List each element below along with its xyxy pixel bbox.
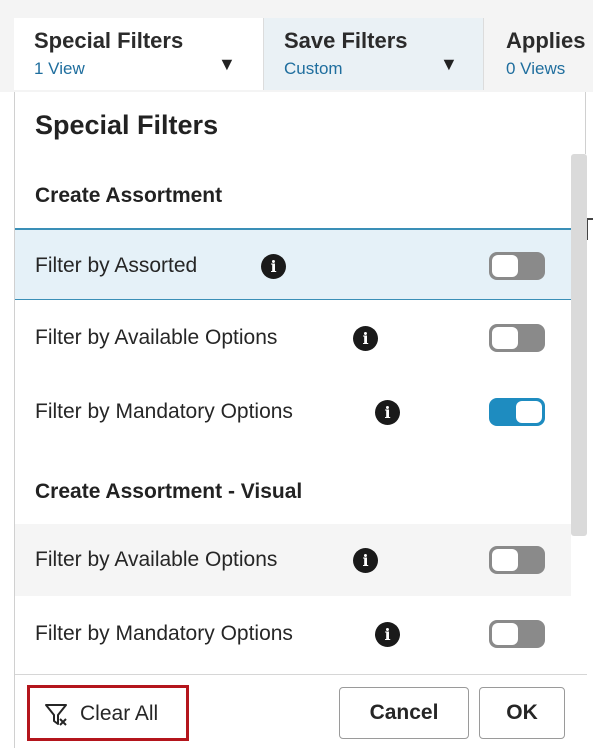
filter-clear-icon [45, 704, 67, 726]
toggle-knob [492, 255, 518, 277]
filter-row-available-options[interactable]: Filter by Available Options i [15, 302, 571, 374]
toggle-switch[interactable] [489, 398, 545, 426]
caret-down-icon[interactable]: ▼ [440, 54, 458, 75]
info-icon[interactable]: i [375, 400, 400, 425]
panel-footer: Clear All Cancel OK [15, 674, 587, 748]
toggle-knob [492, 623, 518, 645]
caret-down-icon[interactable]: ▼ [218, 54, 236, 75]
filter-label: Filter by Available Options [35, 326, 278, 349]
tab-subtitle: 0 Views [506, 59, 566, 78]
toggle-knob [516, 401, 542, 423]
tab-title: Save Filters [284, 28, 408, 53]
clear-all-label: Clear All [80, 702, 159, 725]
section-heading: Create Assortment - Visual [35, 480, 303, 503]
toggle-switch[interactable] [489, 252, 545, 280]
filter-label: Filter by Mandatory Options [35, 400, 293, 423]
info-icon[interactable]: i [353, 326, 378, 351]
filter-label: Filter by Available Options [35, 548, 278, 571]
clear-all-button[interactable]: Clear All [27, 685, 189, 741]
background-table-fragment [586, 218, 593, 240]
filter-tab-bar: Special Filters 1 View ▼ Save Filters Cu… [0, 0, 593, 92]
special-filters-panel: Special Filters Create Assortment Filter… [14, 92, 587, 748]
filter-row-visual-available-options[interactable]: Filter by Available Options i [15, 524, 571, 596]
section-heading: Create Assortment [35, 184, 223, 207]
panel-title: Special Filters [35, 110, 219, 140]
info-icon[interactable]: i [375, 622, 400, 647]
ok-button[interactable]: OK [479, 687, 565, 739]
filter-row-visual-mandatory-options[interactable]: Filter by Mandatory Options i [15, 598, 571, 670]
tab-title: Applies [506, 28, 586, 53]
cancel-button[interactable]: Cancel [339, 687, 469, 739]
scrollbar-thumb[interactable] [571, 154, 587, 536]
tab-title: Special Filters [34, 28, 184, 53]
filter-label: Filter by Mandatory Options [35, 622, 293, 645]
tab-special-filters[interactable]: Special Filters 1 View ▼ [14, 18, 264, 90]
toggle-switch[interactable] [489, 546, 545, 574]
toggle-switch[interactable] [489, 620, 545, 648]
info-icon[interactable]: i [261, 254, 286, 279]
toggle-knob [492, 327, 518, 349]
info-icon[interactable]: i [353, 548, 378, 573]
filter-row-assorted[interactable]: Filter by Assorted i [15, 228, 571, 300]
tab-applies[interactable]: Applies 0 Views [484, 18, 593, 90]
toggle-switch[interactable] [489, 324, 545, 352]
toggle-knob [492, 549, 518, 571]
tab-save-filters[interactable]: Save Filters Custom ▼ [264, 18, 484, 90]
filter-row-mandatory-options[interactable]: Filter by Mandatory Options i [15, 376, 571, 448]
filter-label: Filter by Assorted [35, 254, 198, 277]
